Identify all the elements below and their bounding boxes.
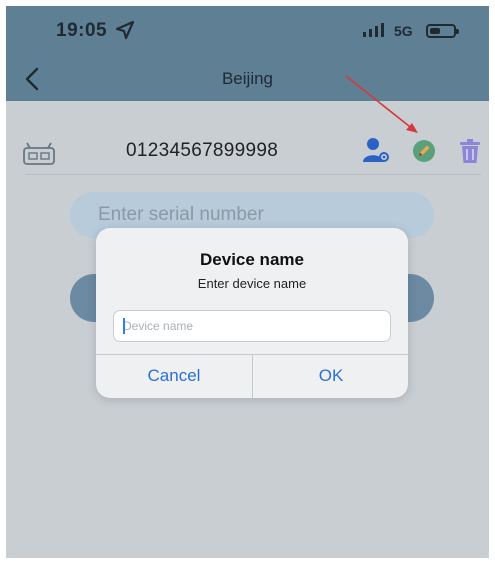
row-divider <box>26 174 481 175</box>
trash-icon[interactable] <box>458 138 482 164</box>
user-settings-icon[interactable] <box>362 136 390 164</box>
status-time: 19:05 <box>56 20 108 41</box>
battery-level <box>430 28 440 34</box>
location-arrow-icon <box>115 20 135 40</box>
dialog-title: Device name <box>200 250 304 269</box>
dialog-message: Enter device name <box>197 276 307 291</box>
phone-screen: 19:05 5G Beijing 01234567899998 Enter se… <box>6 6 489 558</box>
device-row: 01234567899998 <box>6 106 489 176</box>
device-name-dialog: Device name Enter device name Cancel OK <box>96 228 408 398</box>
text-caret <box>123 318 125 334</box>
page-title: Beijing <box>221 69 274 88</box>
network-type: 5G <box>394 23 413 39</box>
ok-button[interactable]: OK <box>253 354 408 398</box>
signal-icon <box>363 23 384 37</box>
cancel-button[interactable]: Cancel <box>96 354 252 398</box>
device-name-input[interactable] <box>113 310 391 342</box>
battery-icon <box>426 24 459 38</box>
edit-icon[interactable] <box>412 139 436 163</box>
router-icon <box>23 142 55 165</box>
top-bar: 19:05 5G Beijing <box>6 6 489 101</box>
device-id: 01234567899998 <box>126 140 279 161</box>
